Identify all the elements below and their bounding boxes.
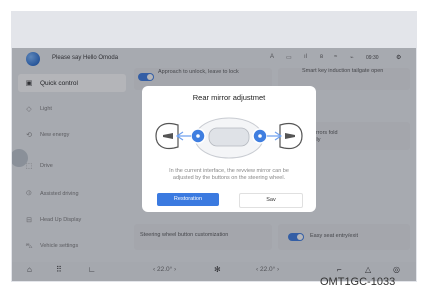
save-button[interactable]: Sav [239,193,303,208]
steering-wheel-icon [175,117,283,159]
infotainment-screen: Please say Hello Omoda A ▭ ıl ʙ ≈ ⌁ 09:3… [12,48,416,281]
dialog-description: In the current interface, the revview mi… [169,168,289,181]
mirror-illustration [155,117,303,159]
screen-frame: Please say Hello Omoda A ▭ ıl ʙ ≈ ⌁ 09:3… [11,11,417,282]
rear-mirror-dialog: Rear mirror adjustmet In the current int… [142,86,316,212]
restoration-button[interactable]: Restoration [157,193,219,206]
dialog-title: Rear mirror adjustmet [192,93,266,102]
figure-caption: OMT1GC-1033 [320,276,396,288]
